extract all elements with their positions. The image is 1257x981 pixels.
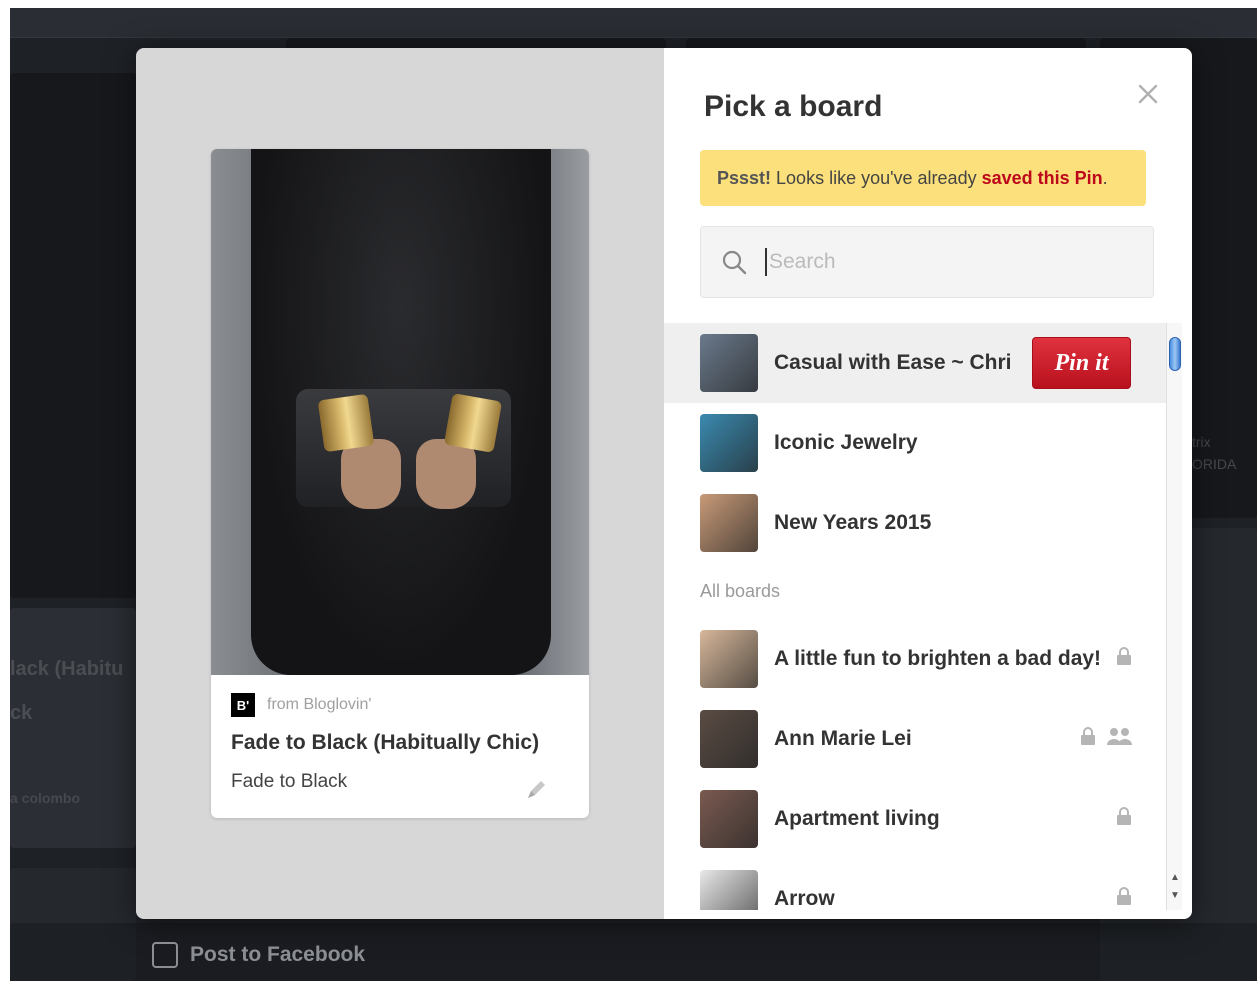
pencil-icon[interactable] bbox=[525, 777, 549, 801]
pin-source: B' from Bloglovin' bbox=[231, 693, 569, 717]
pin-image-hand bbox=[416, 439, 476, 509]
already-saved-notice: Pssst! Looks like you've already saved t… bbox=[700, 150, 1146, 206]
facebook-label: Post to Facebook bbox=[190, 943, 366, 966]
background-text: lack (Habitu bbox=[10, 658, 124, 680]
pin-it-button[interactable]: Pin it bbox=[1032, 337, 1131, 389]
board-name: A little fun to brighten a bad day! bbox=[774, 647, 1102, 670]
notice-prefix: Pssst! bbox=[717, 167, 772, 188]
notice-suffix: . bbox=[1102, 167, 1108, 188]
board-list: Casual with Ease ~ Chri Pin it Iconic Jewe… bbox=[664, 323, 1166, 910]
pin-meta: B' from Bloglovin' Fade to Black (Habitu… bbox=[211, 675, 589, 798]
board-thumbnail bbox=[700, 494, 758, 552]
search-icon bbox=[722, 250, 747, 275]
board-status-icons bbox=[1116, 887, 1132, 905]
background-text: a colombo bbox=[10, 790, 81, 806]
saved-pin-link[interactable]: saved this Pin bbox=[982, 168, 1103, 189]
board-thumbnail bbox=[700, 334, 758, 392]
pin-image bbox=[211, 149, 589, 675]
scroll-up-arrow[interactable]: ▲ bbox=[1167, 870, 1183, 886]
source-logo: B' bbox=[231, 693, 255, 717]
board-name: New Years 2015 bbox=[774, 511, 932, 534]
pin-description: Fade to Black bbox=[231, 771, 348, 792]
all-boards: A little fun to brighten a bad day! Ann M… bbox=[664, 619, 1166, 910]
lock-icon bbox=[1117, 887, 1131, 905]
board-row[interactable]: New Years 2015 bbox=[664, 483, 1166, 563]
board-name: Ann Marie Lei bbox=[774, 727, 912, 750]
post-to-facebook-row[interactable]: Post to Facebook bbox=[152, 942, 365, 968]
lock-icon bbox=[1081, 727, 1095, 745]
board-status-icons bbox=[1116, 807, 1132, 825]
board-search bbox=[700, 226, 1154, 298]
search-input[interactable] bbox=[765, 248, 1125, 276]
board-list-scrollbar[interactable]: ▲ ▼ bbox=[1166, 323, 1182, 910]
board-row[interactable]: Ann Marie Lei bbox=[664, 699, 1166, 779]
board-row[interactable]: Casual with Ease ~ Chri Pin it bbox=[664, 323, 1166, 403]
board-row[interactable]: Iconic Jewelry bbox=[664, 403, 1166, 483]
board-thumbnail bbox=[700, 414, 758, 472]
notice-text: Looks like you've already bbox=[771, 167, 982, 188]
pin-card: B' from Bloglovin' Fade to Black (Habitu… bbox=[211, 149, 589, 818]
background-tile bbox=[10, 73, 136, 598]
background-text: ORIDA bbox=[1192, 456, 1237, 472]
board-name: Arrow bbox=[774, 887, 835, 910]
board-row[interactable]: Arrow bbox=[664, 859, 1166, 910]
pick-board-modal: B' from Bloglovin' Fade to Black (Habitu… bbox=[136, 48, 1192, 919]
lock-icon bbox=[1117, 807, 1131, 825]
facebook-checkbox[interactable] bbox=[152, 942, 178, 968]
pin-image-hand bbox=[341, 439, 401, 509]
background-text: trix bbox=[1192, 434, 1211, 450]
background-text: ck bbox=[10, 702, 33, 724]
board-thumbnail bbox=[700, 630, 758, 688]
modal-title: Pick a board bbox=[704, 90, 883, 123]
pin-title: Fade to Black (Habitually Chic) bbox=[231, 731, 540, 754]
board-picker-pane: Pick a board Pssst! Looks like you've al… bbox=[664, 48, 1192, 919]
top-boards: Casual with Ease ~ Chri Pin it Iconic Jewe… bbox=[664, 323, 1166, 563]
scroll-down-arrow[interactable]: ▼ bbox=[1167, 888, 1183, 904]
board-status-icons bbox=[1116, 647, 1132, 665]
background-topbar bbox=[10, 8, 1257, 38]
background-tile bbox=[10, 608, 136, 848]
source-text: from Bloglovin' bbox=[267, 696, 372, 713]
pin-image-cuff bbox=[317, 393, 375, 453]
board-thumbnail bbox=[700, 790, 758, 848]
scrollbar-thumb[interactable] bbox=[1169, 337, 1181, 371]
all-boards-label: All boards bbox=[700, 580, 781, 601]
board-thumbnail bbox=[700, 710, 758, 768]
pin-image-cuff bbox=[443, 393, 503, 453]
board-name: Casual with Ease ~ Chri bbox=[774, 351, 1012, 374]
board-status-icons bbox=[1080, 727, 1132, 745]
group-icon bbox=[1107, 728, 1132, 745]
lock-icon bbox=[1117, 647, 1131, 665]
board-name: Apartment living bbox=[774, 807, 940, 830]
board-thumbnail bbox=[700, 870, 758, 910]
close-icon[interactable] bbox=[1134, 80, 1162, 108]
pin-preview-pane: B' from Bloglovin' Fade to Black (Habitu… bbox=[136, 48, 664, 919]
board-name: Iconic Jewelry bbox=[774, 431, 918, 454]
board-row[interactable]: A little fun to brighten a bad day! bbox=[664, 619, 1166, 699]
board-row[interactable]: Apartment living bbox=[664, 779, 1166, 859]
